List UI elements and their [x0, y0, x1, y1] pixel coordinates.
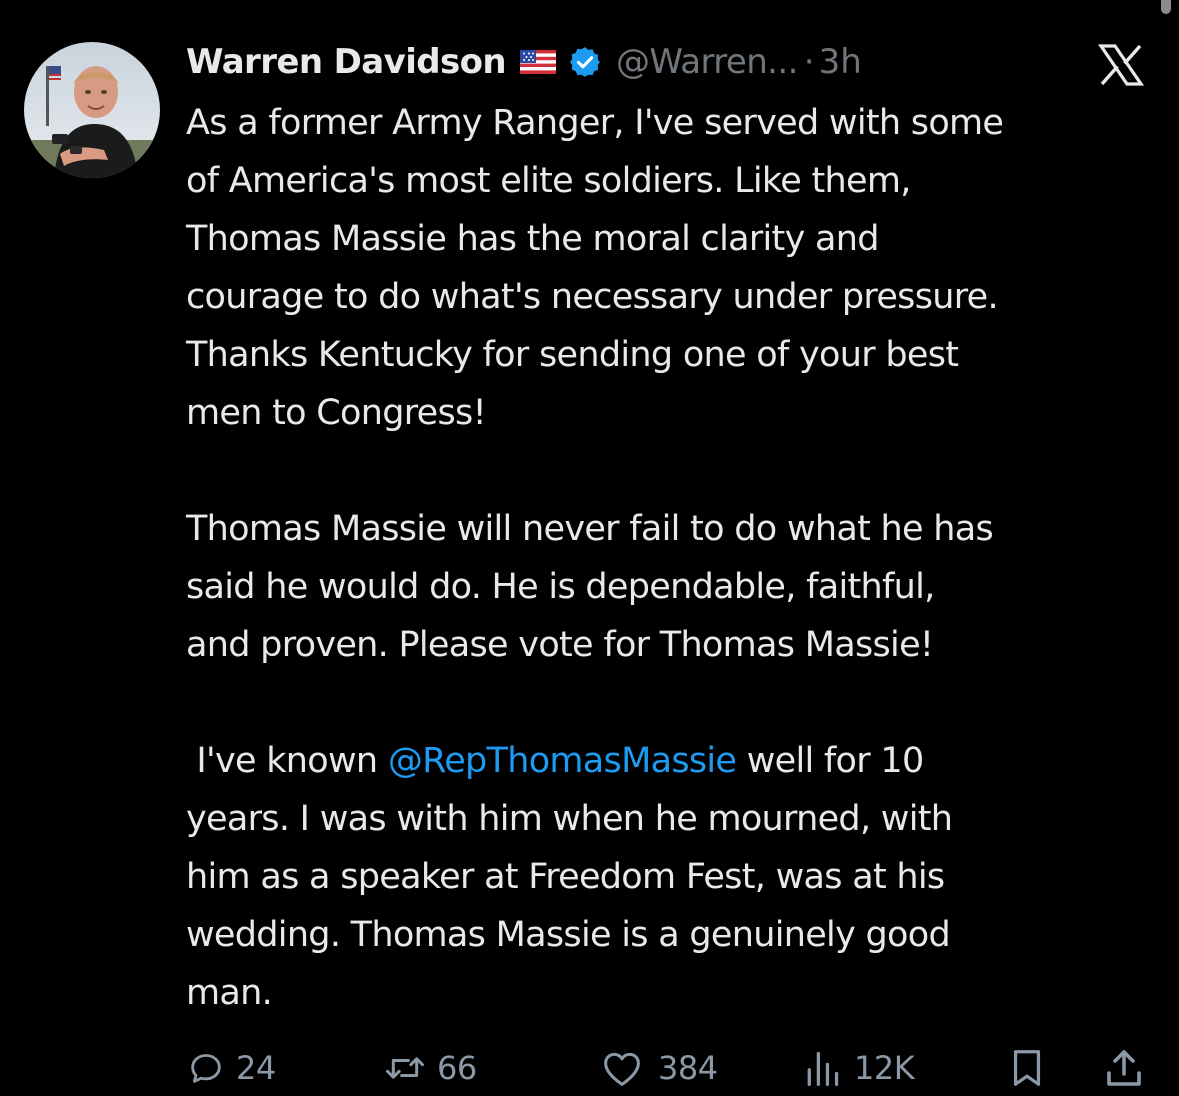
tweet-header: Warren Davidson @Warren... · 3h [186, 34, 862, 90]
reply-icon [186, 1048, 226, 1088]
text-line: As a former Army Ranger, I've served wit… [186, 103, 1004, 143]
text-line: courage to do what's necessary under pre… [186, 277, 999, 317]
text-line: men to Congress! [186, 393, 487, 433]
tweet-text: As a former Army Ranger, I've served wit… [186, 94, 1161, 1022]
avatar[interactable] [24, 42, 160, 178]
text-line: years. I was with him when he mourned, w… [186, 799, 953, 839]
analytics-bars-icon [800, 1048, 844, 1088]
text-line: I've known @RepThomasMassie well for 10 [186, 732, 1161, 790]
tweet-action-bar: 24 66 384 12K [0, 1040, 1179, 1096]
share-upload-icon [1102, 1046, 1146, 1090]
author-handle[interactable]: @Warren... [616, 42, 798, 82]
text-line: wedding. Thomas Massie is a genuinely go… [186, 915, 951, 955]
bookmark-icon [1007, 1047, 1047, 1089]
text-line: said he would do. He is dependable, fait… [186, 567, 935, 607]
text-line: man. [186, 973, 273, 1013]
repost-button[interactable]: 66 [383, 1040, 477, 1096]
text-line: Thomas Massie has the moral clarity and [186, 219, 879, 259]
reply-count: 24 [236, 1049, 276, 1087]
like-count: 384 [658, 1049, 718, 1087]
views-button[interactable]: 12K [800, 1040, 915, 1096]
text-line: of America's most elite soldiers. Like t… [186, 161, 911, 201]
view-count: 12K [854, 1049, 915, 1087]
reply-button[interactable]: 24 [186, 1040, 276, 1096]
repost-icon [383, 1048, 427, 1088]
text-fragment: I've known [186, 741, 388, 781]
text-line: Thanks Kentucky for sending one of your … [186, 335, 959, 375]
avatar-photo [24, 42, 160, 178]
tweet-paragraph-1: As a former Army Ranger, I've served wit… [186, 94, 1161, 442]
tweet-paragraph-3: I've known @RepThomasMassie well for 10 … [186, 732, 1161, 1022]
like-button[interactable]: 384 [596, 1040, 718, 1096]
mention-link[interactable]: @RepThomasMassie [388, 741, 737, 781]
text-fragment: well for 10 [736, 741, 925, 781]
text-line: him as a speaker at Freedom Fest, was at… [186, 857, 945, 897]
tweet-timestamp[interactable]: 3h [819, 42, 862, 82]
scrollbar-thumb[interactable] [1161, 0, 1171, 14]
tweet-paragraph-2: Thomas Massie will never fail to do what… [186, 500, 1161, 674]
repost-count: 66 [437, 1049, 477, 1087]
verified-badge-icon[interactable] [568, 45, 602, 79]
heart-icon [596, 1048, 648, 1088]
bookmark-button[interactable] [1007, 1040, 1047, 1096]
text-line: Thomas Massie will never fail to do what… [186, 509, 994, 549]
share-button[interactable] [1102, 1040, 1146, 1096]
us-flag-icon [520, 50, 556, 74]
meta-separator: · [803, 42, 815, 82]
text-line: and proven. Please vote for Thomas Massi… [186, 625, 934, 665]
author-display-name[interactable]: Warren Davidson [186, 42, 507, 82]
x-logo-icon [1096, 40, 1146, 90]
